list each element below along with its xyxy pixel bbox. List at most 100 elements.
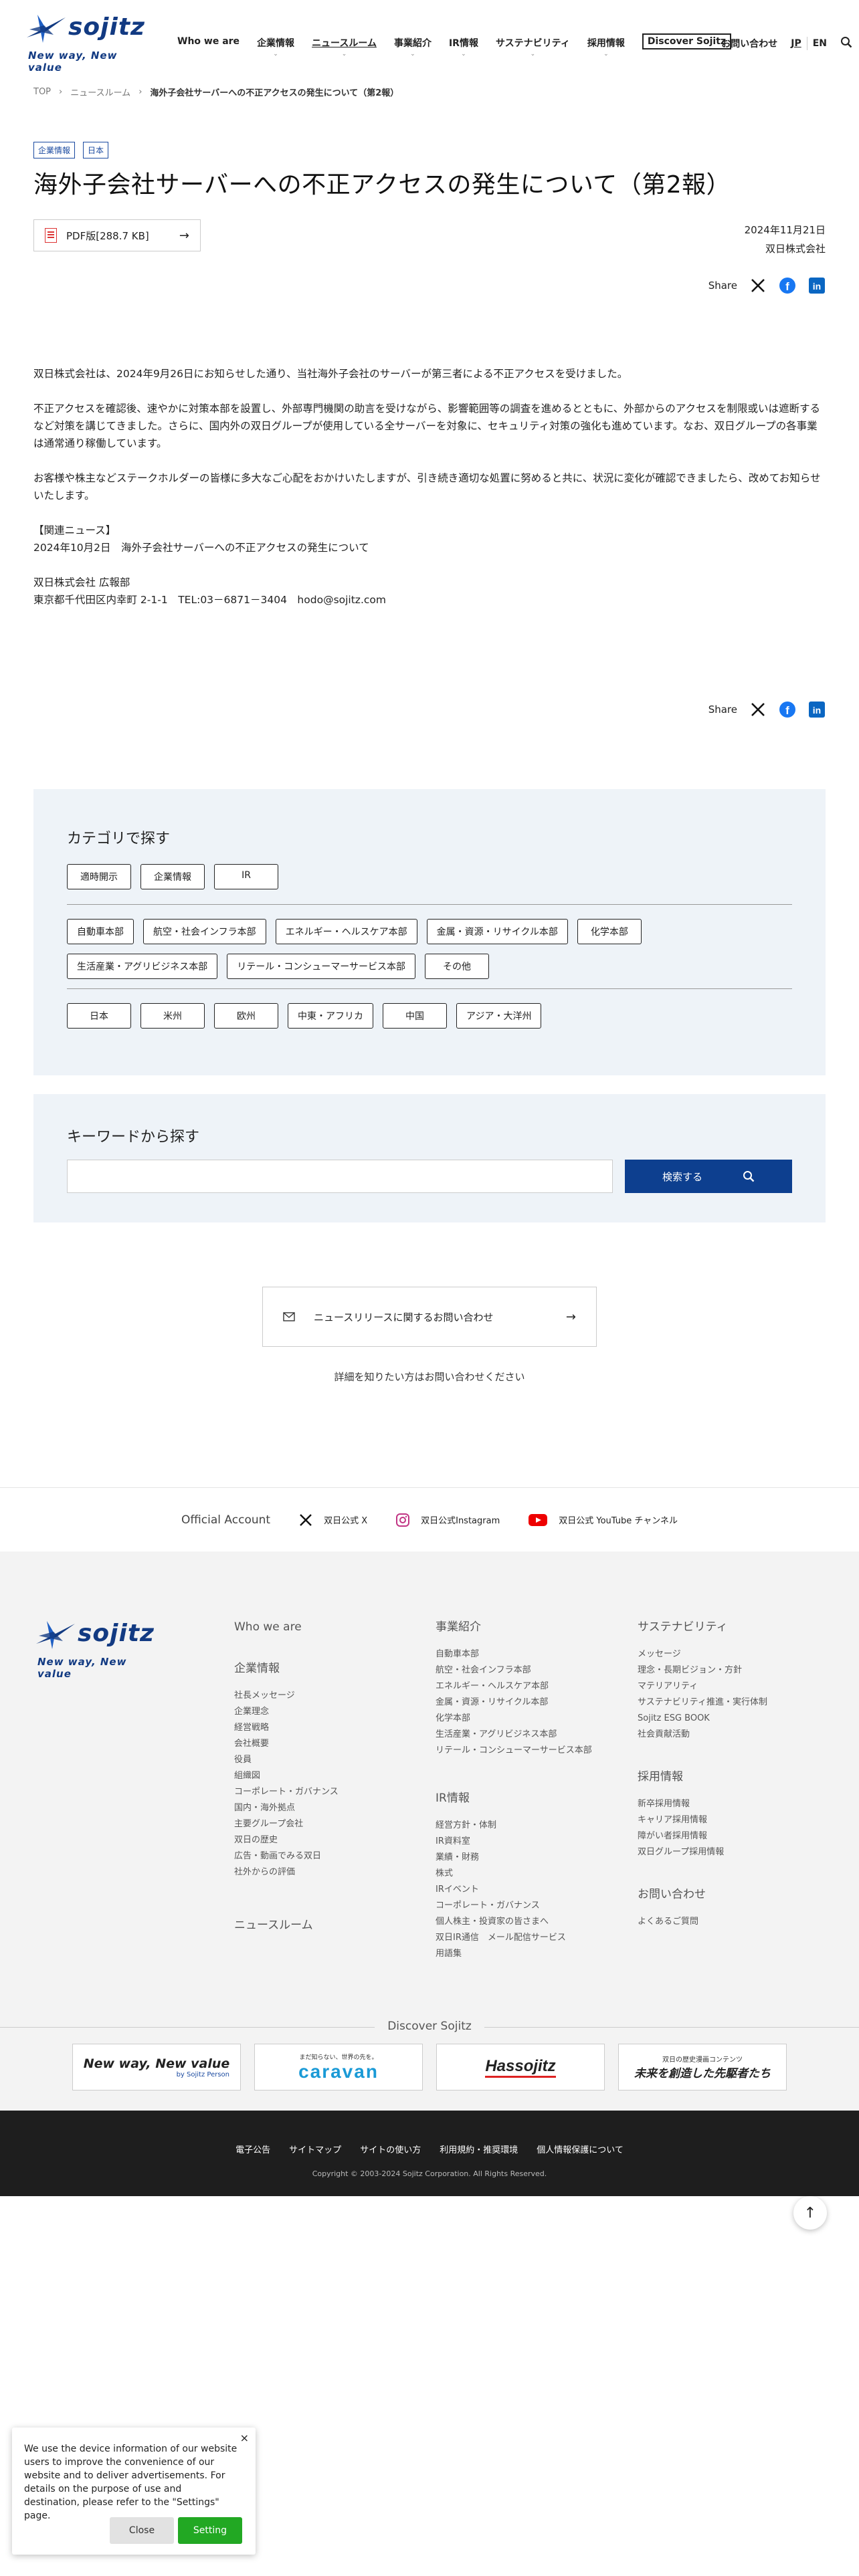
news-contact-button[interactable]: ニュースリリースに関するお問い合わせ → [262,1287,597,1347]
close-icon[interactable]: × [240,2432,249,2444]
pdf-download-button[interactable]: PDF版[288.7 KB] → [33,219,201,251]
banner-pioneers[interactable]: 双日の歴史漫画コンテンツ 未来を創造した先駆者たち [618,2044,787,2090]
breadcrumb-newsroom[interactable]: ニュースルーム [70,86,130,98]
footer-legal-link[interactable]: サイトの使い方 [360,2143,421,2155]
footer-legal-link[interactable]: 個人情報保護について [537,2143,624,2155]
footer-link[interactable]: 組織図 [234,1768,408,1784]
back-to-top-button[interactable]: ↑ [793,2196,827,2230]
nav-who-we-are[interactable]: Who we are [177,36,240,49]
official-youtube-link[interactable]: 双日公式 YouTube チャンネル [528,1513,678,1527]
footer-link[interactable]: よくあるご質問 [638,1914,825,1930]
footer-link[interactable]: 双日の歴史 [234,1832,408,1848]
footer-link[interactable]: IRイベント [436,1882,623,1898]
nav-recruit[interactable]: 採用情報 ⌄ [587,36,625,58]
x-share-icon[interactable] [749,701,767,718]
keyword-search-button[interactable]: 検索する [625,1160,792,1193]
category-chip[interactable]: 生活産業・アグリビジネス本部 [67,954,218,979]
footer-link[interactable]: サステナビリティ推進・実行体制 [638,1695,825,1711]
official-x-link[interactable]: 双日公式 X [298,1513,367,1527]
footer-link[interactable]: 双日グループ採用情報 [638,1844,825,1860]
category-chip[interactable]: 米州 [140,1003,205,1029]
category-chip[interactable]: リテール・コンシューマーサービス本部 [227,954,416,979]
footer-link[interactable]: 社会貢献活動 [638,1727,825,1743]
nav-ir[interactable]: IR情報 ⌄ [449,36,478,58]
footer-link[interactable]: マテリアリティ [638,1679,825,1695]
category-chip[interactable]: アジア・大洋州 [456,1003,542,1029]
keyword-search-input[interactable] [67,1160,613,1193]
category-chip[interactable]: 金属・資源・リサイクル本部 [426,919,568,944]
facebook-share-icon[interactable]: f [779,701,796,718]
x-share-icon[interactable] [749,277,767,294]
tag-corporate[interactable]: 企業情報 [33,142,76,158]
footer-link[interactable]: 理念・長期ビジョン・方針 [638,1662,825,1679]
footer-link[interactable]: 化学本部 [436,1711,623,1727]
footer-link[interactable]: メッセージ [638,1646,825,1662]
footer-link[interactable]: IR資料室 [436,1834,623,1850]
search-icon[interactable] [840,36,852,51]
breadcrumb-top[interactable]: TOP [33,87,51,97]
footer-link[interactable]: 新卒採用情報 [638,1796,825,1812]
footer-legal-link[interactable]: 利用規約・推奨環境 [440,2143,518,2155]
cookie-close-button[interactable]: Close [110,2517,174,2544]
footer-link[interactable]: コーポレート・ガバナンス [234,1784,408,1800]
footer-link[interactable]: 役員 [234,1752,408,1768]
footer-link[interactable]: リテール・コンシューマーサービス本部 [436,1743,623,1759]
footer-link[interactable]: 国内・海外拠点 [234,1800,408,1816]
linkedin-share-icon[interactable]: in [808,701,826,718]
footer-link[interactable]: 個人株主・投資家の皆さまへ [436,1914,623,1930]
footer-link[interactable]: コーポレート・ガバナンス [436,1898,623,1914]
category-chip[interactable]: 欧州 [214,1003,278,1029]
banner-new-way-new-value[interactable]: New way, New value by Sojitz Person [72,2044,241,2090]
category-chip[interactable]: IR [214,864,278,889]
related-news-link[interactable]: 2024年10月2日 海外子会社サーバーへの不正アクセスの発生について [33,542,369,554]
tag-japan[interactable]: 日本 [83,142,109,158]
nav-corporate[interactable]: 企業情報 ⌄ [257,36,294,58]
category-chip[interactable]: その他 [425,954,490,979]
nav-sustainability[interactable]: サステナビリティ ⌄ [496,36,570,58]
footer-legal-link[interactable]: サイトマップ [289,2143,341,2155]
footer-link[interactable]: 金属・資源・リサイクル本部 [436,1695,623,1711]
cookie-settings-button[interactable]: Setting [178,2517,242,2544]
footer-link[interactable]: 社外からの評価 [234,1864,408,1881]
footer-link[interactable]: 企業理念 [234,1704,408,1720]
footer-logo[interactable]: sojitz New way, New value [33,1616,154,1680]
category-chip[interactable]: 中国 [383,1003,447,1029]
footer-link[interactable]: 主要グループ会社 [234,1816,408,1832]
nav-discover-sojitz[interactable]: Discover Sojitz [642,33,732,49]
footer-link[interactable]: 航空・社会インフラ本部 [436,1662,623,1679]
footer-link[interactable]: 業績・財務 [436,1850,623,1866]
footer-link[interactable]: 双日IR通信 メール配信サービス [436,1930,623,1946]
footer-link[interactable]: 社長メッセージ [234,1688,408,1704]
category-chip[interactable]: 中東・アフリカ [288,1003,373,1029]
banner-hassojitz[interactable]: Hassojitz [436,2044,605,2090]
footer-link[interactable]: 生活産業・アグリビジネス本部 [436,1727,623,1743]
facebook-share-icon[interactable]: f [779,277,796,294]
footer-link[interactable]: 障がい者採用情報 [638,1828,825,1844]
category-chip[interactable]: 自動車本部 [67,919,134,944]
footer-link[interactable]: 経営戦略 [234,1720,408,1736]
category-chip[interactable]: 航空・社会インフラ本部 [143,919,266,944]
banner-caravan[interactable]: まだ知らない、世界の先を。 caravan [254,2044,423,2090]
lang-jp[interactable]: JP [791,38,801,49]
nav-business[interactable]: 事業紹介 ⌄ [394,36,432,58]
footer-link[interactable]: Sojitz ESG BOOK [638,1711,825,1727]
category-chip[interactable]: 企業情報 [140,864,205,889]
footer-newsroom[interactable]: ニュースルーム [234,1918,408,1933]
footer-legal-link[interactable]: 電子公告 [235,2143,270,2155]
footer-link[interactable]: 経営方針・体制 [436,1818,623,1834]
official-instagram-link[interactable]: 双日公式Instagram [395,1513,500,1527]
footer-link[interactable]: 株式 [436,1866,623,1882]
header-contact-link[interactable]: お問い合わせ [721,37,777,50]
nav-newsroom[interactable]: ニュースルーム ⌄ [312,36,377,58]
footer-link[interactable]: エネルギー・ヘルスケア本部 [436,1679,623,1695]
footer-link[interactable]: 用語集 [436,1946,623,1962]
category-chip[interactable]: 化学本部 [577,919,642,944]
footer-link[interactable]: 自動車本部 [436,1646,623,1662]
footer-link[interactable]: キャリア採用情報 [638,1812,825,1828]
category-chip[interactable]: 適時開示 [67,864,131,889]
lang-en[interactable]: EN [813,38,827,49]
footer-who-we-are[interactable]: Who we are [234,1620,408,1634]
sojitz-logo[interactable]: sojitz New way, New value [24,9,145,74]
footer-link[interactable]: 広告・動画でみる双日 [234,1848,408,1864]
category-chip[interactable]: エネルギー・ヘルスケア本部 [275,919,417,944]
